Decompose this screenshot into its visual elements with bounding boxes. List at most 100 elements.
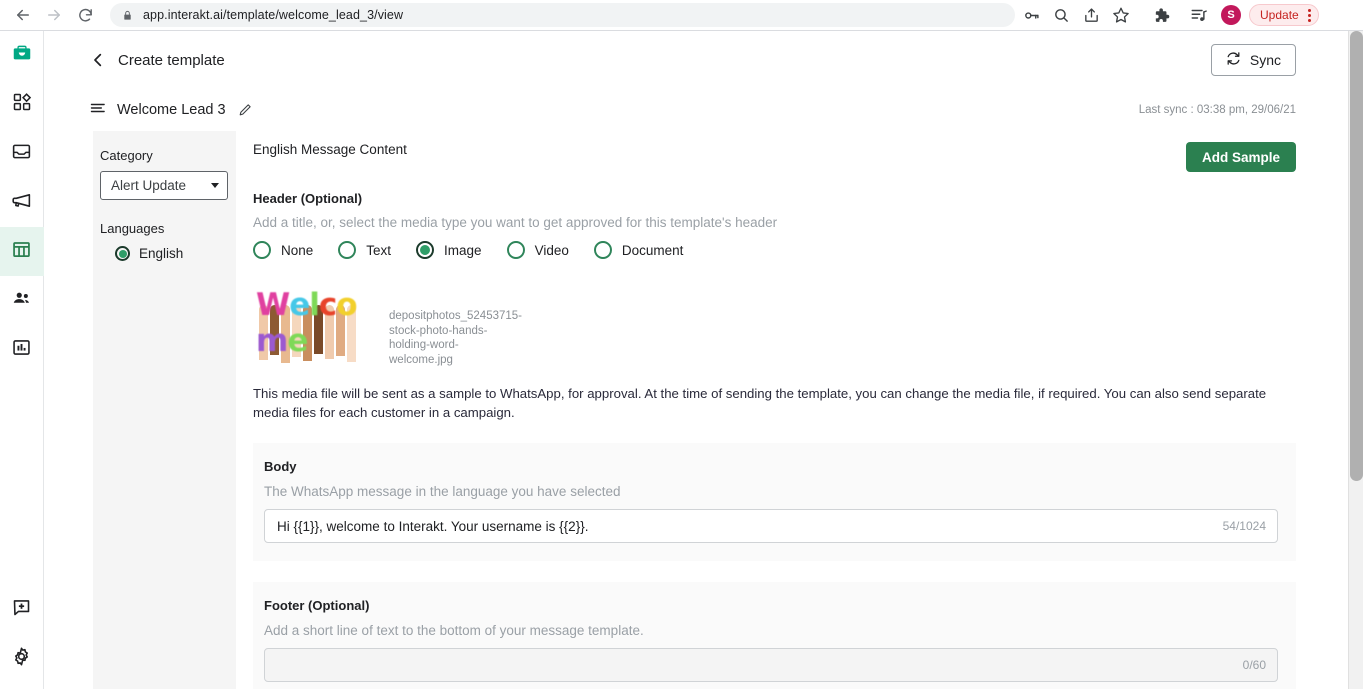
sidebar-item-settings[interactable] — [0, 634, 44, 683]
lock-icon — [122, 9, 133, 22]
page-scrollbar[interactable] — [1348, 31, 1363, 689]
media-note: This media file will be sent as a sample… — [253, 386, 1267, 420]
last-sync-text: Last sync : 03:38 pm, 29/06/21 — [1138, 104, 1296, 116]
chat-plus-icon — [11, 597, 32, 623]
lines-icon — [90, 101, 107, 120]
header-type-video[interactable]: Video — [506, 241, 569, 259]
body-block: Body The WhatsApp message in the languag… — [253, 443, 1296, 561]
radio-image[interactable] — [416, 241, 435, 259]
section-header-row: English Message Content Add Sample — [253, 131, 1296, 172]
table-template-icon — [11, 239, 32, 265]
body-block-subtitle: The WhatsApp message in the language you… — [264, 484, 621, 499]
category-select[interactable]: Alert Update — [100, 171, 228, 200]
header-type-label-none: None — [281, 242, 314, 258]
chevron-left-icon[interactable] — [90, 50, 106, 70]
language-option-english[interactable]: English — [100, 246, 236, 261]
sidebar-item-new-chat[interactable] — [0, 585, 44, 634]
media-list-icon[interactable] — [1185, 1, 1213, 29]
grid-dashboard-icon — [12, 92, 32, 117]
reload-icon[interactable] — [70, 0, 100, 30]
scrollbar-thumb[interactable] — [1350, 31, 1363, 481]
header-type-image[interactable]: Image — [416, 241, 482, 259]
back-arrow-icon[interactable] — [8, 0, 38, 30]
url-text: app.interakt.ai/template/welcome_lead_3/… — [143, 8, 404, 22]
header-type-none[interactable]: None — [253, 241, 313, 259]
page-content: Create template Sync Welcome Lead 3 Last… — [45, 31, 1348, 689]
footer-block-title: Footer (Optional) — [264, 598, 370, 613]
gear-icon — [11, 646, 32, 672]
megaphone-icon — [11, 190, 32, 216]
category-panel: Category Alert Update Languages English — [93, 131, 236, 689]
footer-block: Footer (Optional) Add a short line of te… — [253, 582, 1296, 689]
app-sidebar-rail — [0, 31, 44, 689]
body-input-wrapper[interactable]: Hi {{1}}, welcome to Interakt. Your user… — [264, 509, 1278, 543]
radio-document[interactable] — [593, 241, 612, 259]
template-subbar: Welcome Lead 3 Last sync : 03:38 pm, 29/… — [45, 89, 1348, 131]
radio-video[interactable] — [506, 241, 525, 259]
header-type-label-image: Image — [444, 242, 482, 258]
browser-nav-buttons — [0, 0, 100, 30]
template-name: Welcome Lead 3 — [117, 102, 226, 118]
media-filename: depositphotos_52453715-stock-photo-hands… — [389, 310, 523, 366]
update-label: Update — [1260, 8, 1299, 22]
breadcrumb: Create template — [118, 51, 225, 69]
body-area: Category Alert Update Languages English … — [45, 131, 1348, 689]
sidebar-item-dashboard[interactable] — [0, 80, 44, 129]
add-sample-button[interactable]: Add Sample — [1185, 142, 1296, 172]
bookmark-star-icon[interactable] — [1107, 1, 1135, 29]
browser-actions: S Update — [1017, 1, 1319, 29]
header-type-document[interactable]: Document — [593, 241, 684, 259]
radio-text[interactable] — [338, 241, 357, 259]
header-block-title: Header (Optional) — [253, 191, 363, 206]
extensions-puzzle-icon[interactable] — [1147, 1, 1175, 29]
avatar[interactable]: S — [1221, 5, 1241, 25]
briefcase-icon — [11, 42, 33, 69]
sync-button[interactable]: Sync — [1210, 44, 1296, 76]
sidebar-item-contacts[interactable] — [0, 276, 44, 325]
bar-chart-icon — [11, 337, 32, 363]
media-preview-row: Welcome depositphotos_52453715-stock-pho… — [253, 273, 1296, 367]
header-type-label-document: Document — [621, 242, 684, 258]
welcome-letters: Welcome — [256, 287, 358, 359]
sidebar-item-analytics[interactable] — [0, 325, 44, 374]
kebab-menu-icon[interactable] — [1305, 8, 1314, 22]
browser-toolbar: app.interakt.ai/template/welcome_lead_3/… — [0, 0, 1363, 31]
header-type-radio-group: None Text Image Video Document — [253, 241, 1296, 259]
header-type-label-text: Text — [366, 242, 392, 258]
category-value: Alert Update — [111, 178, 187, 193]
inbox-icon — [11, 141, 32, 167]
sync-label: Sync — [1249, 52, 1281, 68]
radio-english[interactable] — [115, 246, 130, 261]
sidebar-item-inbox[interactable] — [0, 129, 44, 178]
body-counter: 54/1024 — [1222, 519, 1266, 533]
page-title: English Message Content — [253, 142, 407, 157]
body-input[interactable]: Hi {{1}}, welcome to Interakt. Your user… — [277, 519, 1223, 534]
header-block-subtitle: Add a title, or, select the media type y… — [253, 215, 778, 230]
share-icon[interactable] — [1077, 1, 1105, 29]
header-type-label-video: Video — [534, 242, 569, 258]
forward-arrow-icon[interactable] — [39, 0, 69, 30]
welcome-image-thumbnail[interactable]: Welcome — [253, 273, 373, 363]
category-label: Category — [100, 148, 153, 163]
page-topbar: Create template Sync — [45, 31, 1348, 89]
sidebar-item-campaigns[interactable] — [0, 178, 44, 227]
chevron-down-icon — [211, 183, 219, 188]
radio-none[interactable] — [253, 241, 271, 259]
body-block-title: Body — [264, 459, 297, 474]
address-bar[interactable]: app.interakt.ai/template/welcome_lead_3/… — [110, 3, 1015, 27]
languages-label: Languages — [100, 221, 165, 236]
footer-block-subtitle: Add a short line of text to the bottom o… — [264, 623, 644, 638]
people-icon — [11, 287, 33, 314]
header-block: Header (Optional) Add a title, or, selec… — [253, 172, 1296, 422]
search-icon[interactable] — [1047, 1, 1075, 29]
header-type-text[interactable]: Text — [338, 241, 391, 259]
key-icon[interactable] — [1017, 1, 1045, 29]
footer-input-wrapper[interactable]: 0/60 — [264, 648, 1278, 682]
pencil-icon[interactable] — [238, 103, 252, 117]
refresh-icon — [1226, 51, 1241, 69]
footer-counter: 0/60 — [1242, 658, 1266, 672]
update-button[interactable]: Update — [1249, 4, 1319, 26]
sidebar-item-brand-logo[interactable] — [0, 31, 44, 80]
language-label-english: English — [139, 246, 184, 261]
sidebar-item-templates[interactable] — [0, 227, 44, 276]
